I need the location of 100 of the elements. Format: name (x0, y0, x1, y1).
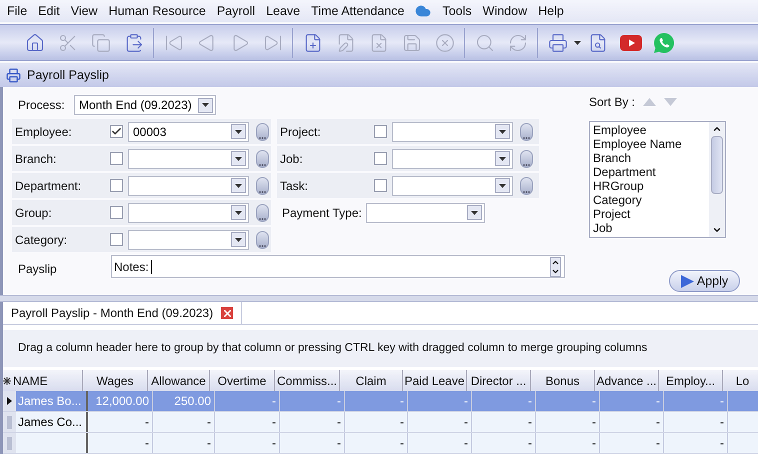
checkbox[interactable] (374, 152, 387, 166)
table-cell: - (88, 412, 153, 432)
field-label: Payment Type: (282, 204, 363, 222)
caret-icon (235, 238, 242, 242)
table-cell: - (664, 412, 728, 432)
dropdown-field[interactable] (128, 202, 249, 223)
table-cell: - (472, 433, 536, 453)
caret-icon (202, 103, 209, 108)
sort-option[interactable]: Employee (593, 123, 709, 138)
menu-item[interactable]: Help (538, 2, 564, 20)
checkbox[interactable] (374, 125, 387, 138)
menu-item[interactable]: Tools (442, 2, 472, 20)
caret-icon (499, 156, 506, 161)
ellipsis-icon (523, 134, 530, 140)
table-cell: - (600, 391, 664, 411)
table-cell: - (472, 412, 536, 432)
sort-option[interactable]: HRGroup (593, 179, 709, 194)
apply-button[interactable]: Apply (669, 270, 740, 292)
close-icon[interactable] (221, 307, 234, 319)
notes-field[interactable]: Notes: (111, 255, 565, 278)
table-cell: - (408, 391, 472, 411)
dropdown-field[interactable]: Month End (09.2023) (74, 95, 216, 116)
scrollbar[interactable] (709, 122, 725, 238)
sort-option[interactable]: Branch (593, 151, 709, 166)
table-cell: - (472, 391, 536, 411)
menu-item[interactable]: Human Resource (108, 2, 206, 20)
caret-icon (471, 210, 478, 215)
sort-option[interactable]: Department (593, 165, 709, 180)
checkbox[interactable] (374, 179, 387, 192)
field-label: Employee: (15, 124, 73, 141)
dropdown-field[interactable] (366, 202, 485, 223)
printer-icon[interactable] (548, 32, 568, 53)
sort-option[interactable]: Employee Name (593, 137, 709, 152)
table-cell: - (345, 391, 408, 411)
menu-item[interactable]: View (70, 2, 98, 20)
caret-icon (235, 210, 242, 215)
table-cell: - (280, 412, 345, 432)
table-cell: - (88, 433, 153, 453)
sort-option[interactable]: Project (593, 207, 709, 222)
chat-phone-icon[interactable] (652, 32, 674, 54)
caret-icon (499, 184, 506, 188)
checkbox[interactable] (110, 233, 123, 246)
sort-option[interactable]: Category (593, 193, 709, 208)
dropdown-field[interactable]: 00003 (128, 122, 249, 142)
browse-button[interactable] (520, 122, 533, 141)
dropdown-field[interactable] (128, 230, 249, 250)
scroll-thumb[interactable] (711, 136, 723, 194)
ellipsis-icon (259, 188, 266, 194)
move-up-icon[interactable] (643, 98, 656, 106)
checkbox[interactable] (110, 179, 123, 192)
window-title: Payroll Payslip (27, 66, 109, 84)
browse-button[interactable] (520, 176, 533, 195)
table-cell: - (280, 433, 345, 453)
browse-button[interactable] (256, 150, 269, 168)
field-label: Payslip (18, 261, 58, 278)
sort-option[interactable]: Job (593, 221, 709, 236)
field-label: Job: (280, 150, 304, 168)
move-down-icon[interactable] (664, 98, 678, 106)
ellipsis-icon (259, 134, 266, 140)
menu-item[interactable]: Leave (266, 2, 300, 20)
dropdown-field[interactable] (128, 148, 249, 169)
row-indicator[interactable] (3, 391, 16, 411)
checkbox[interactable] (110, 125, 123, 138)
checkbox[interactable] (110, 206, 123, 220)
menu-item[interactable]: Payroll (216, 2, 256, 20)
spinner-button[interactable] (550, 256, 561, 277)
menu-item[interactable]: Window (482, 2, 528, 20)
browse-button[interactable] (520, 150, 533, 168)
splitter-bar[interactable] (0, 295, 758, 302)
browse-button[interactable] (256, 230, 269, 249)
field-label: Department: (15, 178, 82, 195)
table-cell: - (536, 412, 600, 432)
menu-item[interactable]: Edit (38, 2, 60, 20)
caret-icon (235, 156, 242, 161)
table-row[interactable]: - - - - - - - - - - (3, 433, 758, 454)
cloud-icon[interactable] (415, 2, 432, 19)
dropdown-field[interactable] (392, 122, 513, 142)
field-label: Process: (18, 97, 66, 114)
menu-item[interactable]: Time Attendance (311, 2, 404, 20)
table-cell: - (536, 391, 600, 411)
dropdown-field[interactable] (128, 176, 249, 196)
sort-list[interactable]: Employee Employee Name Branch Department HRGroup Category Project Job (589, 121, 726, 238)
caret-icon (574, 40, 581, 45)
menu-item[interactable]: File (7, 2, 28, 20)
caret-icon (235, 184, 242, 188)
ellipsis-icon (523, 162, 530, 167)
ellipsis-icon (523, 188, 530, 194)
play-icon (680, 274, 694, 288)
dropdown-field[interactable] (392, 176, 513, 196)
home-icon[interactable] (24, 32, 44, 53)
browse-button[interactable] (256, 176, 269, 195)
printer-icon (6, 68, 21, 83)
video-play-icon[interactable] (620, 34, 642, 51)
browse-button[interactable] (256, 122, 269, 141)
table-row[interactable]: James Co... - - - - - - - - - - (3, 412, 758, 433)
table-cell: - (408, 412, 472, 432)
table-cell: - (345, 412, 408, 432)
browse-button[interactable] (256, 204, 269, 222)
dropdown-field[interactable] (392, 148, 513, 169)
checkbox[interactable] (110, 152, 123, 166)
